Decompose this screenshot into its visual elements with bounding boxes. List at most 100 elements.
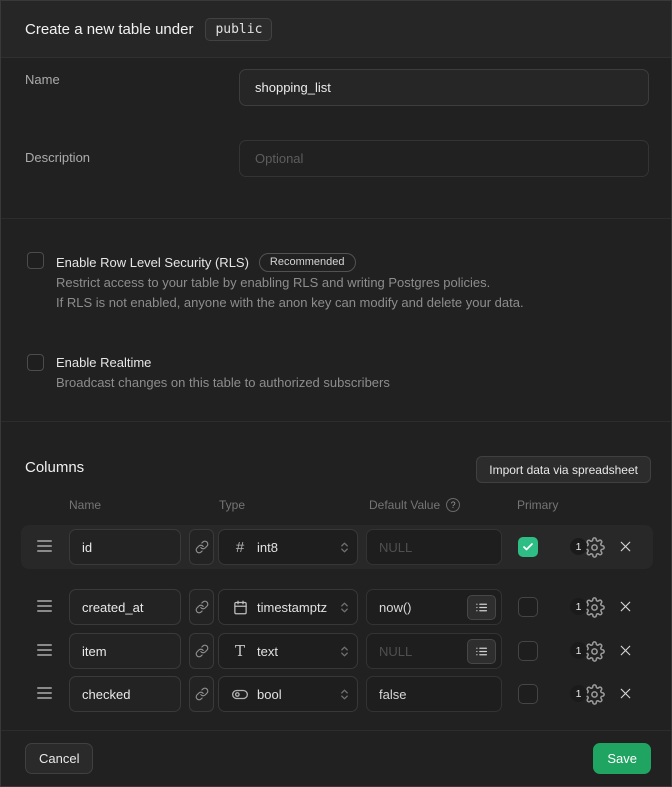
columns-section-title: Columns: [25, 459, 84, 476]
dialog-header: Create a new table under public: [1, 1, 671, 58]
column-name-input[interactable]: id: [69, 529, 181, 565]
column-name-input[interactable]: item: [69, 633, 181, 669]
column-header-name: Name: [69, 498, 101, 512]
table-name-input[interactable]: shopping_list: [239, 69, 649, 106]
remove-column-button[interactable]: [617, 598, 634, 615]
rls-checkbox[interactable]: [27, 252, 44, 269]
chevron-up-down-icon: [338, 601, 351, 614]
foreign-key-button[interactable]: [189, 633, 214, 669]
default-value-text: NULL: [379, 644, 467, 659]
calendar-icon: [232, 600, 248, 615]
rls-description-2: If RLS is not enabled, anyone with the a…: [56, 295, 524, 310]
primary-key-checkbox[interactable]: [518, 537, 538, 557]
table-name-value: shopping_list: [255, 80, 331, 95]
settings-count-badge: 1: [570, 685, 587, 702]
chevron-up-down-icon: [338, 645, 351, 658]
close-icon: [617, 538, 634, 555]
column-settings-button[interactable]: [584, 684, 605, 705]
default-value-field[interactable]: now(): [366, 589, 502, 625]
column-type-select[interactable]: timestamptz: [218, 589, 358, 625]
default-value-menu-button[interactable]: [467, 595, 496, 620]
description-placeholder: Optional: [255, 151, 303, 166]
close-icon: [617, 685, 634, 702]
realtime-checkbox[interactable]: [27, 354, 44, 371]
drag-handle-icon[interactable]: [37, 644, 52, 659]
realtime-label: Enable Realtime: [56, 355, 151, 370]
import-spreadsheet-button[interactable]: Import data via spreadsheet: [476, 456, 651, 483]
remove-column-button[interactable]: [617, 642, 634, 659]
list-icon: [475, 601, 488, 614]
column-type-value: text: [257, 644, 329, 659]
table-description-input[interactable]: Optional: [239, 140, 649, 177]
drag-handle-icon[interactable]: [37, 600, 52, 615]
column-header-default: Default Value ?: [369, 498, 460, 512]
primary-key-checkbox[interactable]: [518, 641, 538, 661]
column-name-value: id: [82, 540, 92, 555]
rls-description-1: Restrict access to your table by enablin…: [56, 275, 490, 290]
rls-label: Enable Row Level Security (RLS): [56, 255, 249, 270]
default-value-header-text: Default Value: [369, 498, 440, 512]
column-name-input[interactable]: checked: [69, 676, 181, 712]
column-name-input[interactable]: created_at: [69, 589, 181, 625]
close-icon: [617, 642, 634, 659]
remove-column-button[interactable]: [617, 685, 634, 702]
settings-count-badge: 1: [570, 598, 587, 615]
column-type-select[interactable]: T text: [218, 633, 358, 669]
foreign-key-button[interactable]: [189, 529, 214, 565]
foreign-key-button[interactable]: [189, 589, 214, 625]
column-type-select[interactable]: bool: [218, 676, 358, 712]
default-value-field[interactable]: false: [366, 676, 502, 712]
column-name-value: item: [82, 644, 107, 659]
save-button[interactable]: Save: [593, 743, 651, 774]
chevron-up-down-icon: [338, 541, 351, 554]
drag-handle-icon[interactable]: [37, 540, 52, 555]
realtime-title-row: Enable Realtime: [56, 355, 151, 370]
schema-badge: public: [205, 18, 272, 41]
column-settings-button[interactable]: [584, 597, 605, 618]
default-value-text: false: [379, 687, 496, 702]
column-row: checked bool false 1: [1, 672, 672, 716]
dialog-title: Create a new table under: [25, 21, 193, 38]
column-type-value: int8: [257, 540, 329, 555]
column-header-primary: Primary: [517, 498, 558, 512]
recommended-badge: Recommended: [259, 253, 356, 272]
rls-title-row: Enable Row Level Security (RLS) Recommen…: [56, 253, 356, 272]
default-value-menu-button[interactable]: [467, 639, 496, 664]
default-value-field[interactable]: NULL: [366, 529, 502, 565]
close-icon: [617, 598, 634, 615]
check-icon: [522, 541, 534, 553]
gear-icon: [584, 537, 605, 558]
dialog-footer: Cancel Save: [1, 730, 671, 786]
column-header-type: Type: [219, 498, 245, 512]
help-icon[interactable]: ?: [446, 498, 460, 512]
column-type-select[interactable]: # int8: [218, 529, 358, 565]
column-settings-button[interactable]: [584, 537, 605, 558]
divider: [1, 421, 671, 422]
toggle-icon: [232, 686, 248, 703]
column-row: id # int8 NULL 1: [1, 525, 672, 569]
create-table-dialog: Create a new table under public Name sho…: [0, 0, 672, 787]
default-value-field[interactable]: NULL: [366, 633, 502, 669]
link-icon: [195, 540, 209, 554]
column-name-value: checked: [82, 687, 130, 702]
settings-count-badge: 1: [570, 538, 587, 555]
hash-icon: #: [232, 539, 248, 556]
column-type-value: bool: [257, 687, 329, 702]
chevron-up-down-icon: [338, 688, 351, 701]
description-label: Description: [25, 150, 90, 165]
gear-icon: [584, 597, 605, 618]
gear-icon: [584, 684, 605, 705]
primary-key-checkbox[interactable]: [518, 597, 538, 617]
settings-count-badge: 1: [570, 642, 587, 659]
link-icon: [195, 687, 209, 701]
gear-icon: [584, 641, 605, 662]
list-icon: [475, 645, 488, 658]
foreign-key-button[interactable]: [189, 676, 214, 712]
name-label: Name: [25, 72, 60, 87]
column-settings-button[interactable]: [584, 641, 605, 662]
divider: [1, 218, 671, 219]
primary-key-checkbox[interactable]: [518, 684, 538, 704]
drag-handle-icon[interactable]: [37, 687, 52, 702]
remove-column-button[interactable]: [617, 538, 634, 555]
cancel-button[interactable]: Cancel: [25, 743, 93, 774]
